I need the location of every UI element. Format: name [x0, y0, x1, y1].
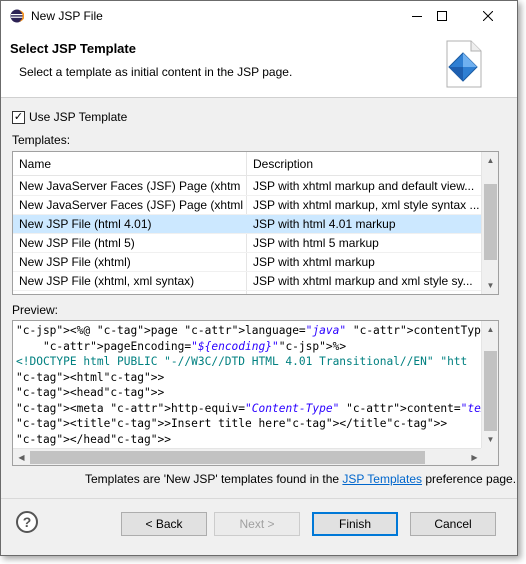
jsp-templates-link[interactable]: JSP Templates [342, 472, 422, 486]
table-row[interactable]: New JSP File (xhtml) JSP with xhtml mark… [13, 253, 483, 272]
scroll-corner [481, 448, 498, 465]
finish-button[interactable]: Finish [312, 512, 398, 536]
preview-line: <!DOCTYPE html PUBLIC "-//W3C//DTD HTML … [16, 355, 468, 368]
wizard-description: Select a template as initial content in … [19, 65, 293, 79]
preview-horizontal-scrollbar[interactable]: ◀ ▶ [13, 448, 483, 465]
templates-table[interactable]: Name Description New JavaServer Faces (J… [12, 151, 499, 295]
template-name: New JavaServer Faces (JSF) Page (xhtml) [19, 179, 241, 193]
next-button[interactable]: Next > [214, 512, 300, 536]
title-bar[interactable]: New JSP File [1, 1, 517, 31]
scroll-thumb[interactable] [484, 351, 497, 431]
table-row[interactable]: New JSP File (html 5) JSP with html 5 ma… [13, 234, 483, 253]
template-description: JSP with xhtml markup and xml style sy..… [253, 274, 473, 288]
scroll-up-icon[interactable]: ▲ [482, 321, 498, 338]
window-title: New JSP File [31, 9, 103, 23]
close-icon [483, 11, 493, 21]
note-text-after: preference page. [422, 472, 517, 486]
eclipse-icon [10, 9, 24, 23]
wizard-header: Select JSP Template Select a template as… [1, 31, 517, 98]
use-template-checkbox-row[interactable]: ✓ Use JSP Template [12, 110, 127, 124]
template-description: JSP with xhtml markup and default view..… [253, 179, 475, 193]
table-row[interactable]: New JSP File (xhtml, xml syntax) JSP wit… [13, 272, 483, 291]
template-preview[interactable]: "c-jsp"><%@ "c-tag">page "c-attr">langua… [12, 320, 499, 466]
template-description: JSP with html 4.01 markup [253, 217, 396, 231]
jsp-file-wizard-icon [446, 40, 482, 88]
scroll-thumb[interactable] [30, 451, 425, 464]
template-name: New JSP File (xhtml) [19, 255, 131, 269]
preview-code: "c-jsp"><%@ "c-tag">page "c-attr">langua… [16, 323, 498, 447]
help-icon[interactable]: ? [16, 511, 38, 533]
table-row[interactable]: New JavaServer Faces (JSF) Page (xhtml) … [13, 177, 483, 196]
scroll-up-icon[interactable]: ▲ [482, 152, 498, 169]
preview-line: "c-attr">pageEncoding="${encoding}""c-js… [42, 339, 347, 353]
scroll-left-icon[interactable]: ◀ [13, 449, 30, 465]
template-name: New JSP File (html 5) [19, 236, 135, 250]
template-name: New JSP File (xhtml, xml syntax) [19, 274, 195, 288]
maximize-button[interactable] [419, 1, 465, 31]
note-text-before: Templates are 'New JSP' templates found … [85, 472, 343, 486]
preview-line: "c-tag"><html"c-tag">> [16, 370, 165, 384]
close-button[interactable] [465, 1, 511, 31]
preview-line: "c-jsp"><%@ "c-tag">page "c-attr">langua… [16, 324, 498, 337]
table-header: Name Description [13, 152, 483, 176]
scroll-thumb[interactable] [484, 184, 497, 260]
maximize-icon [437, 11, 447, 21]
wizard-title: Select JSP Template [10, 41, 136, 56]
preview-label: Preview: [12, 303, 59, 317]
back-button[interactable]: < Back [121, 512, 207, 536]
template-description: JSP with xhtml markup [253, 255, 375, 269]
template-name: New JavaServer Faces (JSF) Page (xhtml, … [19, 198, 244, 212]
table-row[interactable]: New JavaServer Faces (JSF) Page (xhtml, … [13, 196, 483, 215]
table-row-selected[interactable]: New JSP File (html 4.01) JSP with html 4… [13, 215, 483, 234]
dialog-window: New JSP File Select JSP Template Select … [0, 0, 518, 556]
scroll-down-icon[interactable]: ▼ [482, 431, 498, 448]
template-description: JSP with html 5 markup [253, 236, 379, 250]
column-header-name[interactable]: Name [19, 157, 51, 171]
preview-vertical-scrollbar[interactable]: ▲ ▼ [481, 321, 498, 448]
preview-line: "c-tag"><meta "c-attr">http-equiv="Conte… [16, 401, 498, 415]
column-header-description[interactable]: Description [253, 157, 313, 171]
scroll-down-icon[interactable]: ▼ [482, 277, 498, 294]
preview-line: "c-tag"><head"c-tag">> [16, 386, 165, 399]
template-name: New JSP File (html 4.01) [19, 217, 152, 231]
templates-note: Templates are 'New JSP' templates found … [85, 472, 516, 486]
preview-line: "c-tag"></head"c-tag">> [16, 432, 171, 446]
use-template-checkbox[interactable]: ✓ [12, 110, 25, 124]
templates-label: Templates: [12, 133, 71, 147]
template-description: JSP with xhtml markup, xml style syntax … [253, 198, 480, 212]
templates-vertical-scrollbar[interactable]: ▲ ▼ [481, 152, 498, 294]
preview-line: "c-tag"><title"c-tag">>Insert title here… [16, 417, 448, 430]
cancel-button[interactable]: Cancel [410, 512, 496, 536]
use-template-label: Use JSP Template [29, 110, 128, 124]
button-bar-separator [1, 498, 517, 499]
